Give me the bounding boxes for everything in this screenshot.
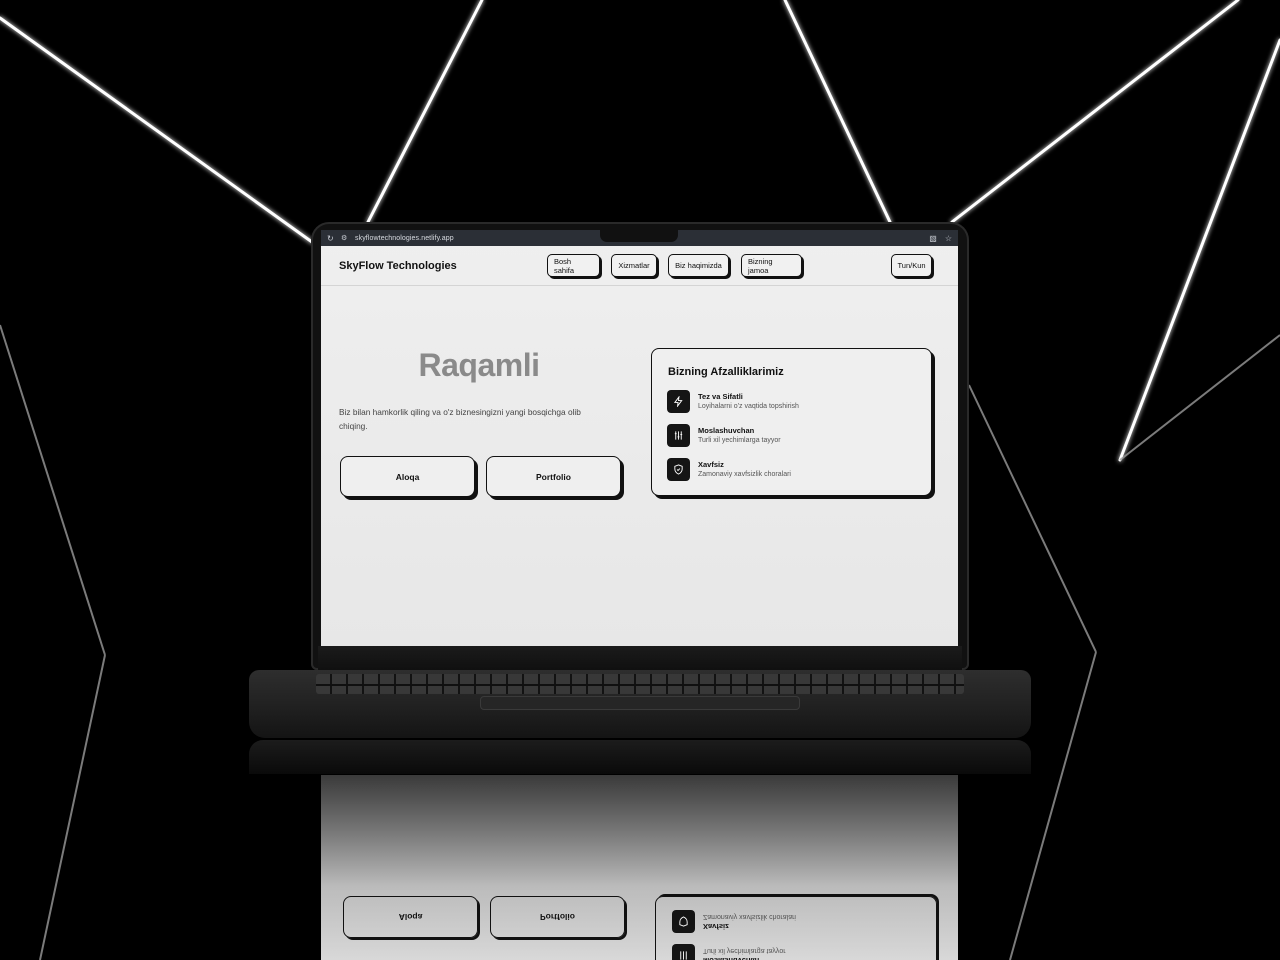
hero-title: Raqamli [418, 347, 540, 383]
feature-title: Xavfsiz [698, 460, 724, 469]
streak-line [366, 0, 484, 224]
reflection-fade [321, 775, 958, 960]
feature-item: Moslashuvchan Turli xil yechimlarga tayy… [667, 424, 917, 448]
address-bar-url[interactable]: skyflowtechnologies.netlify.app [355, 235, 454, 242]
nav-home-button[interactable]: Bosh sahifa [547, 254, 600, 277]
hero-description: Biz bilan hamkorlik qiling va o'z biznes… [339, 407, 581, 431]
nav-team-button[interactable]: Bizning jamoa [741, 254, 802, 277]
screen-reflection: Aloqa Portfolio Xavfsiz Zamonaviy xavfsi… [321, 775, 958, 960]
camera-notch [600, 230, 678, 242]
contact-button[interactable]: Aloqa [340, 456, 475, 497]
nav-services-button[interactable]: Xizmatlar [611, 254, 657, 277]
feature-description: Turli xil yechimlarga tayyor [698, 437, 781, 444]
laptop-trackpad [480, 696, 800, 710]
streak-line [783, 0, 892, 224]
reload-icon[interactable]: ↻ [327, 234, 337, 243]
streak-line [950, 0, 1240, 224]
portfolio-button[interactable]: Portfolio [486, 456, 621, 497]
feature-item: Tez va Sifatli Loyihalarni o'z vaqtida t… [667, 390, 917, 414]
streak-line [39, 654, 106, 960]
theme-toggle-button[interactable]: Tun/Kun [891, 254, 932, 277]
base-reflection [249, 740, 1031, 774]
advantages-title: Bizning Afzalliklarimiz [668, 366, 784, 378]
brand-logo-text[interactable]: SkyFlow Technologies [339, 260, 457, 272]
keyboard-row-divider [316, 684, 964, 686]
star-icon[interactable]: ☆ [945, 234, 952, 243]
site-header: SkyFlow Technologies Bosh sahifa Xizmatl… [321, 246, 958, 286]
browser-actions: ▧ ☆ [929, 234, 952, 243]
shield-icon [667, 458, 690, 481]
laptop-hinge [318, 646, 962, 670]
translate-icon[interactable]: ▧ [929, 234, 937, 243]
sliders-icon [667, 424, 690, 447]
feature-item: Xavfsiz Zamonaviy xavfsizlik choralari [667, 458, 917, 482]
streak-line [968, 384, 1097, 653]
streak-line [0, 16, 314, 244]
advantages-card: Bizning Afzalliklarimiz Tez va Sifatli L… [651, 348, 932, 496]
feature-description: Loyihalarni o'z vaqtida topshirish [698, 403, 799, 410]
feature-title: Tez va Sifatli [698, 392, 743, 401]
bolt-icon [667, 390, 690, 413]
streak-line [0, 324, 106, 656]
laptop-screen: ↻ ⚙ skyflowtechnologies.netlify.app ▧ ☆ … [321, 230, 958, 646]
nav-about-button[interactable]: Biz haqimizda [668, 254, 729, 277]
site-settings-icon[interactable]: ⚙ [341, 234, 353, 242]
mockup-scene: ↻ ⚙ skyflowtechnologies.netlify.app ▧ ☆ … [0, 0, 1280, 960]
feature-title: Moslashuvchan [698, 426, 755, 435]
feature-description: Zamonaviy xavfsizlik choralari [698, 471, 791, 478]
